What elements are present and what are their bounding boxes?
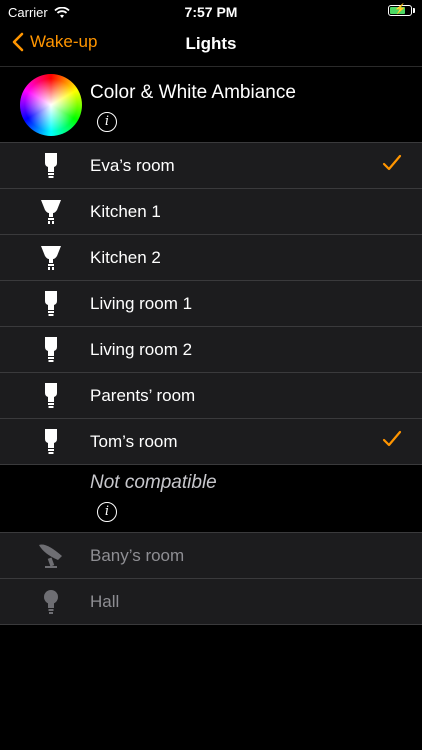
- bulb-icon: [45, 153, 57, 178]
- bulb-icon: [45, 337, 57, 362]
- bulb-icon: [45, 291, 57, 316]
- light-label: Parents’ room: [90, 386, 196, 405]
- not-compatible-label: Not compatible: [90, 472, 217, 493]
- light-row-banys-room: Bany’s room: [0, 533, 422, 579]
- light-row-parents-room[interactable]: Parents’ room: [0, 373, 422, 419]
- incompatible-list: Bany’s room Hall: [0, 532, 422, 625]
- status-bar: Carrier 7:57 PM ⚡: [0, 0, 422, 24]
- lights-list: Eva’s room Kitchen 1 Kitchen 2 Living ro…: [0, 142, 422, 465]
- light-label: Eva’s room: [90, 156, 175, 175]
- color-wheel-icon: [20, 74, 82, 136]
- spot-bulb-icon: [41, 246, 61, 270]
- light-row-living-room-2[interactable]: Living room 2: [0, 327, 422, 373]
- light-row-hall: Hall: [0, 579, 422, 625]
- nav-bar: Wake-up Lights: [0, 24, 422, 67]
- bulb-icon: [45, 429, 57, 454]
- light-label: Hall: [90, 592, 120, 611]
- group-header: Color & White Ambiance i: [0, 66, 422, 142]
- light-label: Kitchen 2: [90, 248, 161, 267]
- light-row-kitchen-2[interactable]: Kitchen 2: [0, 235, 422, 281]
- light-label: Tom’s room: [90, 432, 178, 451]
- spot-bulb-icon: [41, 200, 61, 224]
- light-label: Kitchen 1: [90, 202, 161, 221]
- group-name: Color & White Ambiance: [90, 82, 296, 103]
- status-time: 7:57 PM: [184, 4, 238, 20]
- light-row-kitchen-1[interactable]: Kitchen 1: [0, 189, 422, 235]
- bulb-icon: [45, 383, 57, 408]
- checkmark-icon: [382, 154, 402, 171]
- info-icon[interactable]: i: [97, 502, 117, 522]
- bulb-icon: [44, 590, 58, 614]
- battery-icon: ⚡: [388, 4, 415, 16]
- page-title: Lights: [185, 34, 237, 53]
- light-label: Living room 1: [90, 294, 193, 313]
- not-compatible-header: Not compatible i: [0, 456, 422, 532]
- light-label: Living room 2: [90, 340, 193, 359]
- light-label: Bany’s room: [90, 546, 185, 565]
- checkmark-icon: [382, 430, 402, 447]
- info-icon[interactable]: i: [97, 112, 117, 132]
- lamp-icon: [39, 544, 62, 568]
- light-row-evas-room[interactable]: Eva’s room: [0, 143, 422, 189]
- light-row-living-room-1[interactable]: Living room 1: [0, 281, 422, 327]
